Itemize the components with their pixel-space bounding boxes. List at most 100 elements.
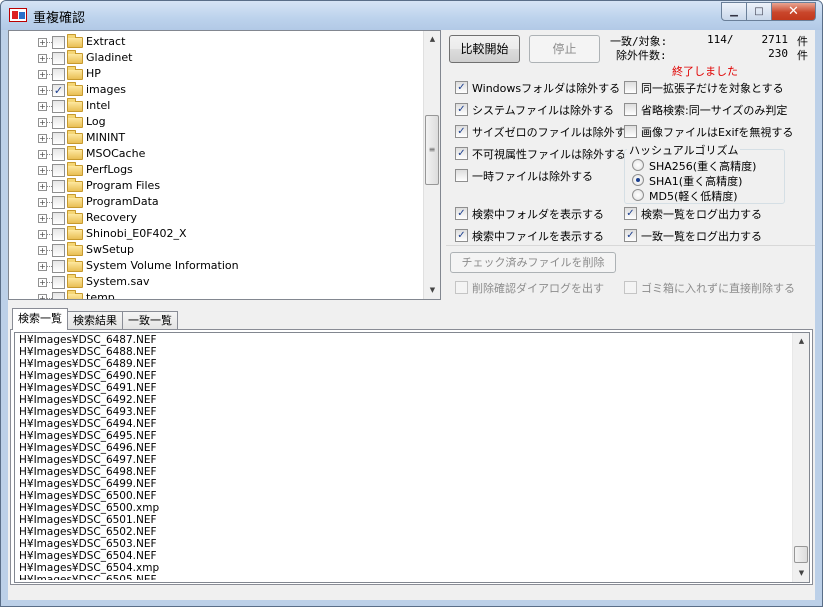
tree-item[interactable]: + Intel xyxy=(9,98,422,114)
maximize-button[interactable]: □ xyxy=(747,2,772,21)
tree-item[interactable]: + Shinobi_E0F402_X xyxy=(9,226,422,242)
tree-checkbox[interactable]: ✓ xyxy=(52,84,65,97)
expand-icon[interactable]: + xyxy=(38,262,47,271)
list-item[interactable]: H¥Images¥DSC_6487.NEF xyxy=(19,334,789,346)
scroll-up-icon[interactable]: ▲ xyxy=(793,333,810,350)
tree-checkbox[interactable] xyxy=(52,212,65,225)
tree-item[interactable]: + Extract xyxy=(9,34,422,50)
tree-item-label: SwSetup xyxy=(86,243,134,256)
title-bar[interactable]: 重複確認 ▁ □ ✕ xyxy=(1,1,822,30)
search-log-list[interactable]: H¥Images¥DSC_6487.NEF H¥Images¥DSC_6488.N… xyxy=(14,332,810,583)
tree-checkbox[interactable] xyxy=(52,196,65,209)
expand-icon[interactable]: + xyxy=(38,230,47,239)
close-button[interactable]: ✕ xyxy=(772,2,816,21)
tree-item[interactable]: + MININT xyxy=(9,130,422,146)
scroll-down-icon[interactable]: ▼ xyxy=(793,565,810,582)
tree-checkbox[interactable] xyxy=(52,228,65,241)
list-item[interactable]: H¥Images¥DSC_6491.NEF xyxy=(19,382,789,394)
delete-checked-button[interactable]: チェック済みファイルを削除 xyxy=(450,252,616,273)
list-item[interactable]: H¥Images¥DSC_6493.NEF xyxy=(19,406,789,418)
tree-item[interactable]: + HP xyxy=(9,66,422,82)
expand-icon[interactable]: + xyxy=(38,134,47,143)
tree-checkbox[interactable] xyxy=(52,52,65,65)
expand-icon[interactable]: + xyxy=(38,166,47,175)
tab-search-list[interactable]: 検索一覧 xyxy=(12,308,68,330)
tree-scroll-thumb[interactable]: ≡ xyxy=(425,115,439,185)
tree-checkbox[interactable] xyxy=(52,116,65,129)
compare-start-button[interactable]: 比較開始 xyxy=(449,35,520,63)
tree-item[interactable]: + Recovery xyxy=(9,210,422,226)
tree-item[interactable]: + PerfLogs xyxy=(9,162,422,178)
tree-item[interactable]: + SwSetup xyxy=(9,242,422,258)
list-item[interactable]: H¥Images¥DSC_6495.NEF xyxy=(19,430,789,442)
tree-item[interactable]: + Log xyxy=(9,114,422,130)
tree-item-label: Recovery xyxy=(86,211,138,224)
tab-match-list[interactable]: 一致一覧 xyxy=(122,311,178,330)
list-item[interactable]: H¥Images¥DSC_6503.NEF xyxy=(19,538,789,550)
minimize-button[interactable]: ▁ xyxy=(721,2,747,21)
list-item[interactable]: H¥Images¥DSC_6500.NEF xyxy=(19,490,789,502)
scroll-up-icon[interactable]: ▲ xyxy=(424,31,441,48)
stop-button[interactable]: 停止 xyxy=(529,35,600,63)
expand-icon[interactable]: + xyxy=(38,150,47,159)
expand-icon[interactable]: + xyxy=(38,70,47,79)
expand-icon[interactable]: + xyxy=(38,86,47,95)
expand-icon[interactable]: + xyxy=(38,118,47,127)
tree-checkbox[interactable] xyxy=(52,180,65,193)
folder-icon xyxy=(67,194,83,208)
excluded-unit: 件 xyxy=(797,49,808,62)
log-scrollbar[interactable]: ▲ ▼ xyxy=(792,333,809,582)
list-item[interactable]: H¥Images¥DSC_6502.NEF xyxy=(19,526,789,538)
list-item[interactable]: H¥Images¥DSC_6489.NEF xyxy=(19,358,789,370)
tree-checkbox[interactable] xyxy=(52,100,65,113)
tree-item[interactable]: + ✓ images xyxy=(9,82,422,98)
list-item[interactable]: H¥Images¥DSC_6488.NEF xyxy=(19,346,789,358)
expand-icon[interactable]: + xyxy=(38,54,47,63)
tree-scrollbar[interactable]: ▲ ≡ ▼ xyxy=(423,31,440,299)
expand-icon[interactable]: + xyxy=(38,198,47,207)
tree-item[interactable]: + ProgramData xyxy=(9,194,422,210)
match-value: 114/ xyxy=(707,33,734,46)
list-item[interactable]: H¥Images¥DSC_6499.NEF xyxy=(19,478,789,490)
expand-icon[interactable]: + xyxy=(38,246,47,255)
list-item[interactable]: H¥Images¥DSC_6504.NEF xyxy=(19,550,789,562)
list-item[interactable]: H¥Images¥DSC_6500.xmp xyxy=(19,502,789,514)
list-item[interactable]: H¥Images¥DSC_6501.NEF xyxy=(19,514,789,526)
list-item[interactable]: H¥Images¥DSC_6490.NEF xyxy=(19,370,789,382)
tree-checkbox[interactable] xyxy=(52,36,65,49)
tree-item[interactable]: + temp xyxy=(9,290,422,299)
list-item[interactable]: H¥Images¥DSC_6504.xmp xyxy=(19,562,789,574)
expand-icon[interactable]: + xyxy=(38,102,47,111)
tree-checkbox[interactable] xyxy=(52,68,65,81)
tree-checkbox[interactable] xyxy=(52,164,65,177)
folder-tree[interactable]: + Extract + Gladinet + HP + ✓ images + Intel + Log + M… xyxy=(8,30,441,300)
folder-icon xyxy=(67,114,83,128)
tree-checkbox[interactable] xyxy=(52,244,65,257)
tree-item[interactable]: + MSOCache xyxy=(9,146,422,162)
tree-item-label: PerfLogs xyxy=(86,163,133,176)
list-item[interactable]: H¥Images¥DSC_6492.NEF xyxy=(19,394,789,406)
tree-checkbox[interactable] xyxy=(52,132,65,145)
expand-icon[interactable]: + xyxy=(38,278,47,287)
list-item[interactable]: H¥Images¥DSC_6494.NEF xyxy=(19,418,789,430)
checkbox-label: 不可視属性ファイルは除外する xyxy=(472,148,626,161)
expand-icon[interactable]: + xyxy=(38,214,47,223)
log-scroll-thumb[interactable] xyxy=(794,546,808,563)
tree-item[interactable]: + Gladinet xyxy=(9,50,422,66)
tree-checkbox[interactable] xyxy=(52,276,65,289)
scroll-down-icon[interactable]: ▼ xyxy=(424,282,441,299)
list-item[interactable]: H¥Images¥DSC_6497.NEF xyxy=(19,454,789,466)
list-item[interactable]: H¥Images¥DSC_6505.NEF xyxy=(19,574,789,580)
expand-icon[interactable]: + xyxy=(38,294,47,299)
tree-item[interactable]: + System Volume Information xyxy=(9,258,422,274)
tree-item[interactable]: + System.sav xyxy=(9,274,422,290)
list-item[interactable]: H¥Images¥DSC_6498.NEF xyxy=(19,466,789,478)
tree-checkbox[interactable] xyxy=(52,292,65,299)
list-item[interactable]: H¥Images¥DSC_6496.NEF xyxy=(19,442,789,454)
tree-checkbox[interactable] xyxy=(52,260,65,273)
tab-search-results[interactable]: 検索結果 xyxy=(67,311,123,330)
expand-icon[interactable]: + xyxy=(38,38,47,47)
expand-icon[interactable]: + xyxy=(38,182,47,191)
tree-item[interactable]: + Program Files xyxy=(9,178,422,194)
tree-checkbox[interactable] xyxy=(52,148,65,161)
